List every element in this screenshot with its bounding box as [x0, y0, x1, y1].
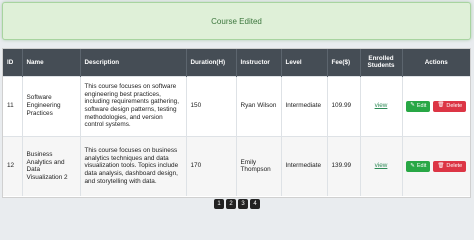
cell-name: Business Analytics and Data Visualizatio…	[22, 135, 81, 196]
view-students-link[interactable]: view	[375, 102, 388, 109]
col-header-name: Name	[22, 49, 81, 76]
edit-button[interactable]: ✎ Edit	[406, 160, 431, 172]
cell-enrolled: view	[360, 135, 403, 196]
delete-button[interactable]: 🗑 Delete	[433, 100, 467, 112]
alert-message: Course Edited	[211, 16, 262, 26]
table-row: 11 Software Engineering Practices This c…	[3, 75, 470, 136]
edit-icon: ✎	[410, 102, 415, 109]
cell-duration: 150	[186, 75, 237, 136]
edit-label: Edit	[416, 102, 427, 109]
cell-description: This course focuses on software engineer…	[80, 75, 187, 136]
edit-icon: ✎	[410, 162, 415, 169]
col-header-instructor: Instructor	[236, 49, 282, 76]
table-header-row: ID Name Description Duration(H) Instruct…	[3, 49, 470, 76]
cell-level: Intermediate	[281, 135, 328, 196]
edit-button[interactable]: ✎ Edit	[406, 100, 431, 112]
delete-button[interactable]: 🗑 Delete	[433, 160, 467, 172]
page-button-3[interactable]: 3	[238, 199, 248, 209]
success-alert: Course Edited	[2, 2, 471, 40]
table-row: 12 Business Analytics and Data Visualiza…	[3, 135, 470, 196]
courses-table: ID Name Description Duration(H) Instruct…	[3, 49, 470, 196]
view-students-link[interactable]: view	[375, 162, 388, 169]
page-button-4[interactable]: 4	[250, 199, 260, 209]
col-header-duration: Duration(H)	[186, 49, 237, 76]
col-header-level: Level	[281, 49, 328, 76]
cell-actions: ✎ Edit 🗑 Delete	[402, 75, 470, 136]
delete-label: Delete	[446, 162, 463, 169]
cell-instructor: Emily Thompson	[236, 135, 282, 196]
col-header-enrolled: Enrolled Students	[360, 49, 403, 76]
cell-enrolled: view	[360, 75, 403, 136]
courses-table-card: ID Name Description Duration(H) Instruct…	[2, 48, 471, 198]
cell-description: This course focuses on business analytic…	[80, 135, 187, 196]
page-button-1[interactable]: 1	[214, 199, 224, 209]
edit-label: Edit	[416, 162, 427, 169]
cell-fee: 109.99	[327, 75, 361, 136]
cell-actions: ✎ Edit 🗑 Delete	[402, 135, 470, 196]
col-header-fee: Fee($)	[327, 49, 361, 76]
col-header-id: ID	[3, 49, 23, 76]
cell-id: 11	[3, 75, 23, 136]
cell-name: Software Engineering Practices	[22, 75, 81, 136]
pagination: 1 2 3 4	[0, 199, 474, 209]
trash-icon: 🗑	[437, 102, 445, 109]
cell-id: 12	[3, 135, 23, 196]
cell-duration: 170	[186, 135, 237, 196]
cell-instructor: Ryan Wilson	[236, 75, 282, 136]
cell-fee: 139.99	[327, 135, 361, 196]
delete-label: Delete	[446, 102, 463, 109]
col-header-description: Description	[80, 49, 187, 76]
page-button-2[interactable]: 2	[226, 199, 236, 209]
trash-icon: 🗑	[437, 162, 445, 169]
cell-level: Intermediate	[281, 75, 328, 136]
col-header-actions: Actions	[402, 49, 470, 76]
